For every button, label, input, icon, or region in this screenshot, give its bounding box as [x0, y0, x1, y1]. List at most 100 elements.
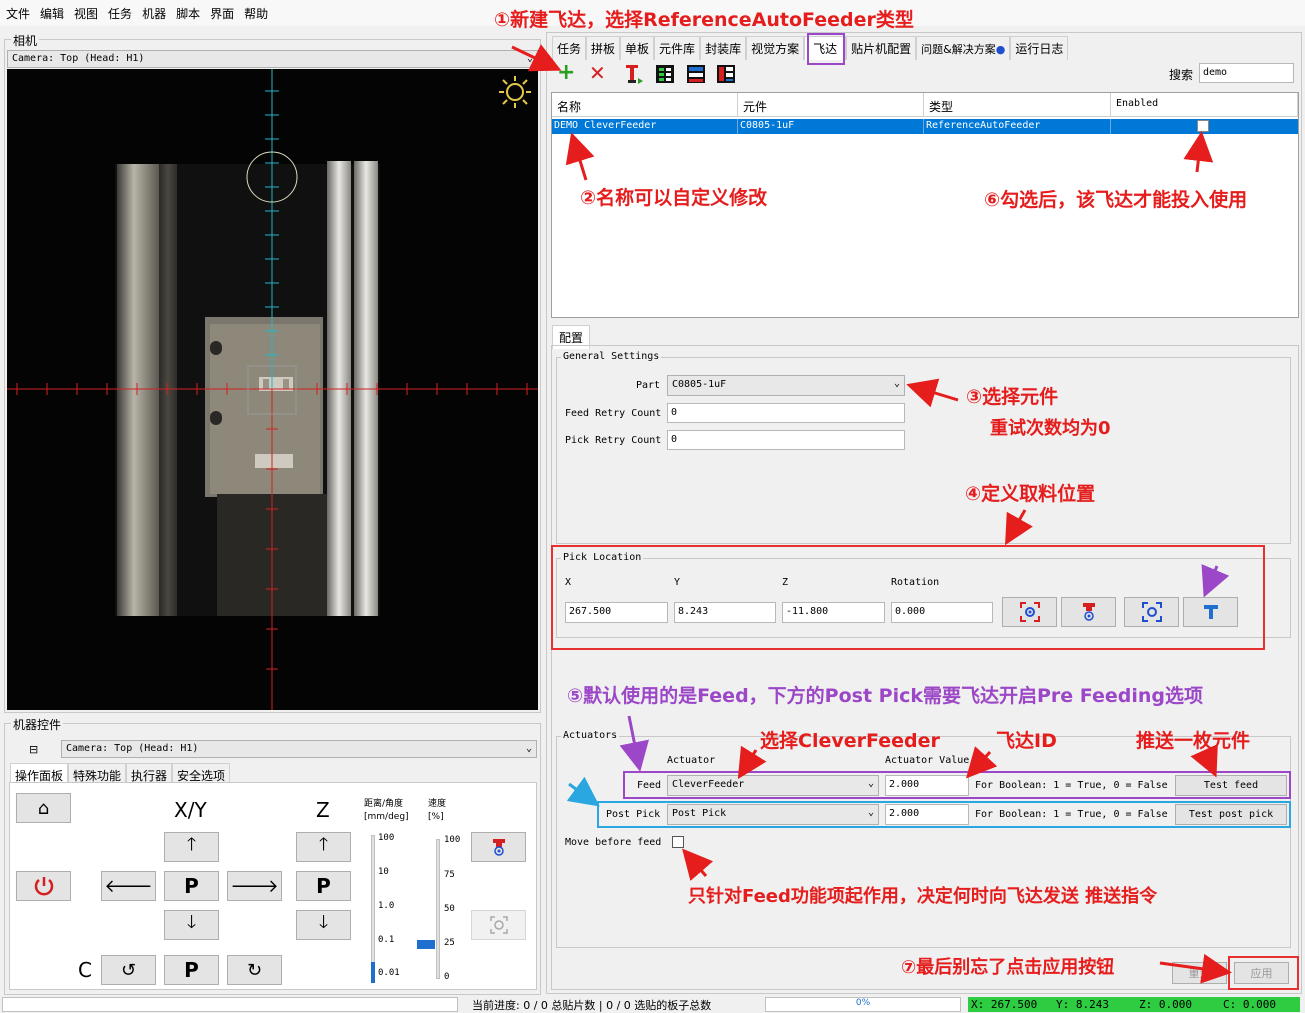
cell-enabled[interactable] [1111, 119, 1298, 134]
distance-tick: 0.01 [378, 968, 400, 978]
col-header-enabled[interactable]: Enabled [1111, 93, 1298, 117]
park-c-label: P [184, 958, 199, 982]
tab-issues-label: 问题&解决方案 [921, 43, 996, 56]
camera-view[interactable] [7, 69, 538, 710]
jog-z-plus-button[interactable]: 🡑 [296, 832, 351, 862]
camera-selector-value: Camera: Top (Head: H1) [12, 53, 145, 64]
camera-target-icon [489, 916, 508, 934]
chevron-down-icon: ⌄ [526, 53, 533, 64]
pick-retry-input[interactable]: 0 [667, 430, 905, 450]
menu-help[interactable]: 帮助 [240, 5, 274, 22]
tab-job[interactable]: 任务 [552, 36, 587, 60]
park-c-button[interactable]: P [164, 955, 219, 985]
collapse-icon[interactable]: ⊟ [29, 743, 38, 756]
camera-image [7, 69, 538, 710]
park-z-button[interactable]: P [296, 871, 351, 901]
pick-button[interactable] [655, 64, 675, 84]
distance-tick: 1.0 [378, 901, 395, 911]
move-before-feed-checkbox[interactable] [672, 836, 684, 848]
speed-tick: 75 [444, 870, 455, 880]
annotation-post-pick-row-box [597, 801, 1291, 828]
nozzle-position-button[interactable] [471, 832, 526, 862]
menu-job[interactable]: 任务 [104, 5, 138, 22]
cell-type[interactable]: ReferenceAutoFeeder [924, 119, 1111, 134]
distance-tick: 0.1 [378, 935, 395, 945]
menu-edit[interactable]: 编辑 [36, 5, 70, 22]
dro-y: Y: 8.243 [1056, 998, 1109, 1011]
annotation-feeder-id: 飞达ID [996, 730, 1057, 752]
distance-slider-handle[interactable] [371, 962, 375, 983]
jog-y-minus-button[interactable]: 🡓 [164, 910, 219, 940]
power-button[interactable] [16, 871, 71, 901]
jog-x-plus-button[interactable]: 🡒 [227, 871, 282, 901]
arrow-left-icon: 🡐 [104, 875, 153, 897]
reset-button[interactable]: 重置 [1172, 962, 1227, 984]
speed-slider-track[interactable] [436, 839, 440, 979]
tab-vision[interactable]: 视觉方案 [746, 36, 805, 60]
speed-label: 速度 [%] [428, 796, 446, 822]
jog-x-minus-button[interactable]: 🡐 [101, 871, 156, 901]
annotation-3b: 重试次数均为0 [990, 418, 1111, 439]
arrow-up-icon: 🡑 [186, 834, 197, 855]
jog-y-plus-button[interactable]: 🡑 [164, 832, 219, 862]
power-icon [34, 877, 53, 896]
menu-view[interactable]: 视图 [70, 5, 104, 22]
dro-panel[interactable]: X: 267.500 Y: 8.243 Z: 0.000 C: 0.000 [968, 997, 1300, 1012]
actuators-group: Actuators [556, 730, 1291, 948]
feeder-strip-icon [656, 65, 674, 83]
feed-icon [626, 65, 643, 84]
speed-tick: 25 [444, 938, 455, 948]
tab-parts[interactable]: 元件库 [654, 36, 701, 60]
enabled-checkbox[interactable] [1197, 120, 1209, 132]
part-select[interactable]: C0805-1uF ⌄ [667, 375, 905, 396]
menu-machine[interactable]: 机器 [138, 5, 172, 22]
menu-window[interactable]: 界面 [206, 5, 240, 22]
status-bar: 当前进度: 0 / 0 总贴片数 | 0 / 0 选贴的板子总数 0% X: 2… [0, 996, 1305, 1013]
col-header-part[interactable]: 元件 [738, 93, 924, 117]
distance-slider-track[interactable] [371, 835, 375, 983]
xy-label: X/Y [174, 798, 207, 822]
feed-button[interactable] [624, 64, 644, 84]
tab-packages[interactable]: 封装库 [700, 36, 747, 60]
tab-board[interactable]: 单板 [620, 36, 655, 60]
table-row[interactable]: DEMO CleverFeeder C0805-1uF ReferenceAut… [552, 119, 1298, 134]
jog-z-minus-button[interactable]: 🡓 [296, 910, 351, 940]
col-header-name[interactable]: 名称 [552, 93, 738, 117]
progress-bar: 0% [765, 997, 961, 1012]
camera-panel-title: 相机 [11, 32, 40, 49]
cell-name[interactable]: DEMO CleverFeeder [552, 119, 738, 134]
tab-issues[interactable]: 问题&解决方案● [916, 36, 1011, 60]
camera-selector[interactable]: Camera: Top (Head: H1) ⌄ [7, 50, 538, 68]
add-feeder-button[interactable]: + [557, 62, 575, 84]
part-label: Part [636, 380, 661, 391]
speed-slider-handle[interactable] [417, 940, 435, 949]
home-button[interactable]: ⌂ [16, 793, 71, 823]
move-tool-button[interactable] [716, 64, 736, 84]
rotate-ccw-button[interactable]: ↺ [101, 955, 156, 985]
col-header-type[interactable]: 类型 [924, 93, 1111, 117]
tool-feeder-icon [717, 65, 735, 83]
tab-machine-setup[interactable]: 贴片机配置 [846, 36, 917, 60]
search-input[interactable]: demo [1199, 63, 1294, 83]
close-icon: ✕ [589, 61, 606, 85]
distance-label-1: 距离/角度 [364, 799, 404, 809]
c-label: C [78, 958, 92, 982]
camera-position-button[interactable] [471, 910, 526, 940]
progress-percent: 0% [855, 998, 871, 1008]
machine-camera-selector[interactable]: Camera: Top (Head: H1) ⌄ [61, 740, 537, 758]
chevron-down-icon: ⌄ [525, 743, 532, 754]
arrow-down-icon: 🡓 [318, 912, 329, 933]
brightness-icon[interactable] [498, 75, 532, 109]
feed-retry-input[interactable]: 0 [667, 403, 905, 423]
move-camera-button[interactable] [686, 64, 706, 84]
tab-log[interactable]: 运行日志 [1010, 36, 1069, 60]
menu-script[interactable]: 脚本 [172, 5, 206, 22]
menu-file[interactable]: 文件 [2, 5, 36, 22]
cell-part[interactable]: C0805-1uF [738, 119, 924, 134]
park-xy-button[interactable]: P [164, 871, 219, 901]
arrow-right-icon: 🡒 [230, 875, 279, 897]
delete-feeder-button[interactable]: ✕ [589, 63, 606, 83]
annotation-4: ④定义取料位置 [965, 483, 1096, 505]
tab-panel[interactable]: 拼板 [586, 36, 621, 60]
rotate-cw-button[interactable]: ↻ [227, 955, 282, 985]
